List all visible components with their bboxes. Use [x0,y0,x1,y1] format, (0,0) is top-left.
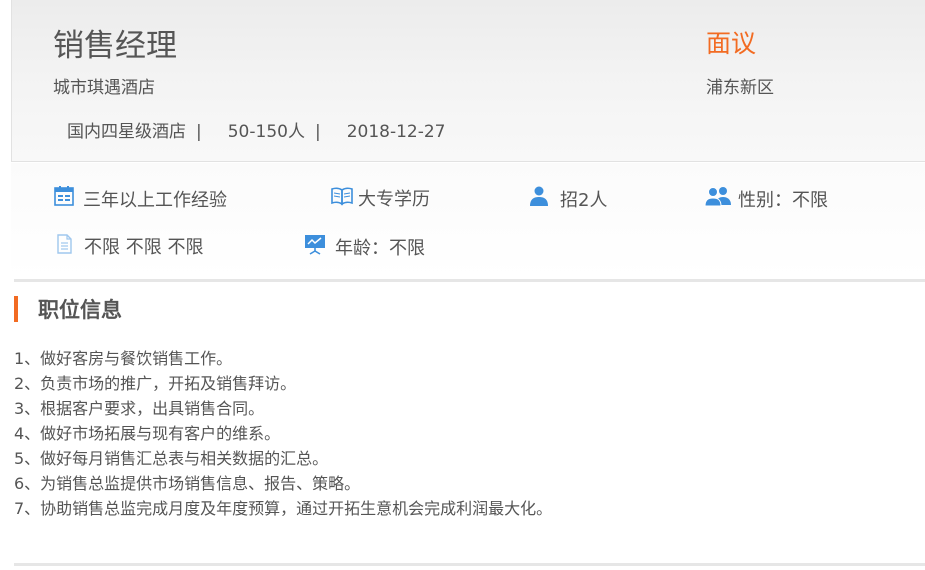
salary: 面议 [706,29,757,58]
experience-text: 三年以上工作经验 [83,189,227,211]
list-item: 6、为销售总监提供市场销售信息、报告、策略。 [14,474,361,493]
age-text: 年龄：不限 [335,237,425,259]
list-item: 2、负责市场的推广，开拓及销售拜访。 [14,374,297,393]
meta-separator: | [196,122,202,142]
job-header: 销售经理 面议 城市琪遇酒店 浦东新区 国内四星级酒店 | 50-150人 | 2018… [11,0,925,162]
gender-text: 性别：不限 [738,189,828,211]
requirement-other: 不限 不限 不限 [56,233,203,259]
post-date: 2018-12-27 [346,122,446,142]
job-location: 浦东新区 [706,78,774,98]
headcount-text: 招2人 [560,189,608,211]
list-item: 7、协助销售总监完成月度及年度预算，通过开拓生意机会完成利润最大化。 [14,499,553,518]
section-accent-bar [14,296,18,322]
list-item: 5、做好每月销售汇总表与相关数据的汇总。 [14,449,329,468]
job-title: 销售经理 [53,28,177,64]
duties-list: 1、做好客房与餐饮销售工作。 2、负责市场的推广，开拓及销售拜访。 3、根据客户… [14,346,552,521]
requirement-gender: 性别：不限 [704,185,828,212]
company-type: 国内四星级酒店 [67,122,186,142]
other-text: 不限 不限 不限 [84,237,204,258]
list-item: 3、根据客户要求，出具销售合同。 [14,399,265,418]
list-item: 4、做好市场拓展与现有客户的维系。 [14,424,281,443]
person-icon [528,185,550,212]
list-item: 1、做好客房与餐饮销售工作。 [14,349,233,368]
education-text: 大专学历 [358,189,430,210]
section-title: 职位信息 [38,298,122,322]
requirement-education: 大专学历 [330,185,430,211]
requirements-panel [11,163,925,279]
book-icon [330,186,354,211]
document-icon [56,233,72,259]
company-meta: 国内四星级酒店 | 50-150人 | 2018-12-27 [67,117,445,142]
meta-separator: | [314,122,321,142]
company-size: 50-150人 [227,122,305,142]
presentation-icon [304,233,326,260]
requirement-experience: 三年以上工作经验 [53,185,227,212]
requirement-age: 年龄：不限 [304,233,425,260]
calendar-icon [53,185,75,212]
divider [14,563,925,566]
company-name[interactable]: 城市琪遇酒店 [53,73,155,98]
requirement-headcount: 招2人 [528,185,607,212]
people-icon [704,185,732,212]
divider [14,279,925,282]
